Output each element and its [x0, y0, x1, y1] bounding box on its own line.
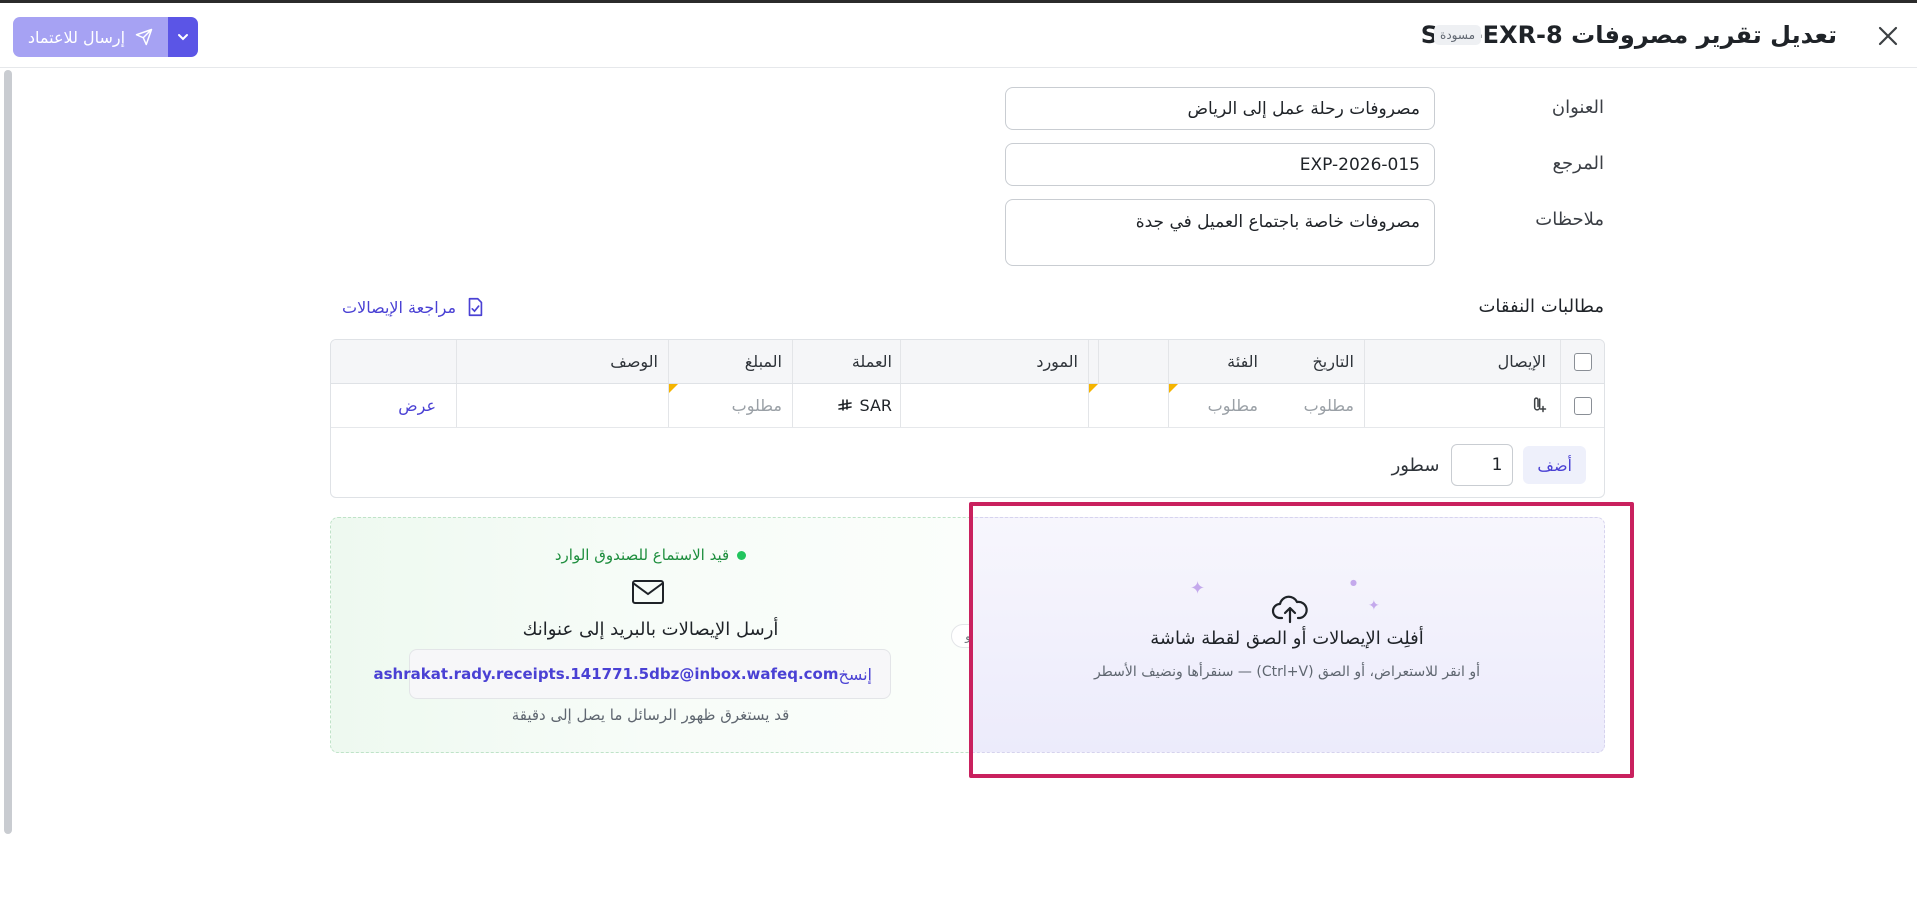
notes-textarea[interactable]: مصروفات خاصة باجتماع العميل في جدة	[1005, 199, 1435, 266]
review-receipts-link[interactable]: مراجعة الإيصالات	[342, 296, 486, 318]
riyal-symbol-icon	[838, 398, 853, 411]
email-delay-note: قد يستغرق ظهور الرسائل ما يصل إلى دقيقة	[511, 706, 790, 724]
col-currency[interactable]: العملة	[792, 340, 900, 383]
review-receipts-label: مراجعة الإيصالات	[342, 297, 457, 317]
chevron-down-icon	[178, 34, 188, 41]
notes-label: ملاحظات	[1535, 209, 1604, 230]
required-marker	[1089, 384, 1098, 393]
paperclip-plus-icon	[1533, 396, 1547, 412]
add-rows-control: أضف 1 سطور	[1392, 444, 1586, 486]
select-all-checkbox[interactable]	[1573, 352, 1592, 371]
col-description[interactable]: الوصف	[456, 340, 668, 383]
send-button-label: إرسال للاعتماد	[27, 27, 126, 47]
actions-cell: عرض	[331, 384, 456, 427]
reference-value: EXP-2026-015	[1299, 154, 1420, 175]
table-header: الإيصال التاريخ الفئة المورد العملة المب…	[331, 340, 1604, 384]
copy-address-button[interactable]: إنسخ	[839, 665, 873, 684]
send-options-dropdown[interactable]	[168, 17, 198, 57]
amount-cell[interactable]: مطلوب	[668, 384, 792, 427]
col-actions	[331, 340, 456, 383]
rows-count-input[interactable]: 1	[1451, 444, 1514, 486]
receipt-check-icon	[468, 297, 483, 317]
date-value: مطلوب	[1303, 396, 1354, 415]
rows-label: سطور	[1391, 454, 1440, 476]
status-badge: مسودة	[1434, 25, 1481, 45]
email-intake-panel: قيد الاستماع للصندوق الوارد أرسل الإيصال…	[330, 517, 970, 753]
send-for-approval-group: إرسال للاعتماد	[13, 17, 198, 57]
scrollbar[interactable]	[4, 70, 12, 834]
title-label: العنوان	[1551, 97, 1604, 118]
cloud-upload-icon	[1271, 595, 1308, 624]
currency-value: SAR	[859, 396, 892, 415]
attach-receipt-button[interactable]	[1528, 394, 1548, 418]
status-dot	[737, 550, 747, 560]
col-receipt[interactable]: الإيصال	[1364, 340, 1560, 383]
add-button[interactable]: أضف	[1523, 446, 1586, 484]
dropzone-subtitle: أو انقر للاستعراض، أو الصق (Ctrl+V) — سن…	[1093, 664, 1481, 680]
sparkle-icon: ●	[1350, 578, 1357, 587]
close-button[interactable]	[1873, 21, 1903, 51]
inbox-address[interactable]: ashrakat.rady.receipts.141771.5dbz@inbox…	[373, 665, 838, 683]
vendor-cell[interactable]	[900, 384, 1088, 427]
claims-table: الإيصال التاريخ الفئة المورد العملة المب…	[330, 339, 1605, 498]
close-icon	[1878, 26, 1898, 46]
paper-plane-icon	[135, 28, 153, 46]
send-for-approval-button[interactable]: إرسال للاعتماد	[13, 17, 168, 57]
amount-value: مطلوب	[731, 396, 782, 415]
currency-cell[interactable]: SAR	[792, 384, 900, 427]
dropzone-title: أفلِت الإيصالات أو الصق لقطة شاشة	[1150, 628, 1424, 649]
description-cell[interactable]	[456, 384, 668, 427]
receipt-cell	[1364, 384, 1560, 427]
email-intake-title: أرسل الإيصالات بالبريد إلى عنوانك	[522, 619, 779, 640]
envelope-icon	[632, 580, 664, 604]
sparkle-icon: ✦	[1368, 598, 1380, 614]
row-checkbox[interactable]	[1573, 396, 1592, 415]
select-all-cell	[1560, 340, 1604, 383]
required-marker	[669, 384, 678, 393]
category-cell[interactable]: مطلوب	[1088, 384, 1268, 427]
expense-claims-title: مطالبات النفقات	[1478, 296, 1604, 317]
reference-label: المرجع	[1552, 153, 1604, 174]
inbox-address-box: إنسخ ashrakat.rady.receipts.141771.5dbz@…	[373, 649, 891, 699]
row-select-cell	[1560, 384, 1604, 427]
col-category[interactable]: الفئة	[1088, 340, 1268, 383]
sparkle-icon: ✦	[1190, 578, 1206, 599]
table-row: مطلوب مطلوب SAR مطلوب عرض	[331, 384, 1604, 428]
view-link[interactable]: عرض	[398, 396, 436, 415]
dialog-header: تعديل تقرير مصروفات SYS-EXR-8 مسودة إرسا…	[0, 3, 1917, 68]
reference-input[interactable]: EXP-2026-015	[1005, 143, 1435, 186]
listening-status-text: قيد الاستماع للصندوق الوارد	[554, 546, 730, 564]
category-value: مطلوب	[1207, 396, 1258, 415]
page-title: تعديل تقرير مصروفات SYS-EXR-8	[1420, 21, 1837, 49]
inbox-listening-status: قيد الاستماع للصندوق الوارد	[331, 546, 970, 564]
title-input[interactable]: مصروفات رحلة عمل إلى الرياض	[1005, 87, 1435, 130]
col-vendor[interactable]: المورد	[900, 340, 1088, 383]
receipt-dropzone[interactable]: ✦ ● ✦ أفلِت الإيصالات أو الصق لقطة شاشة …	[970, 517, 1605, 753]
col-amount[interactable]: المبلغ	[668, 340, 792, 383]
